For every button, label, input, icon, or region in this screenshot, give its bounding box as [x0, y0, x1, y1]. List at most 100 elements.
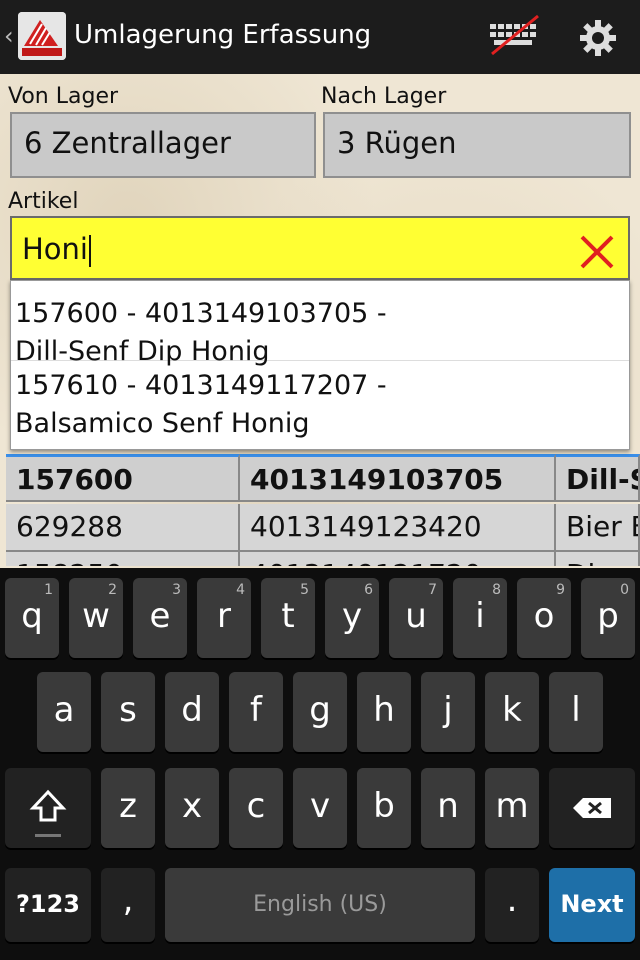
table-cell-name: Dill-S	[556, 454, 640, 502]
action-bar: ‹ Umlagerung Erfassung	[0, 0, 640, 74]
key-b[interactable]: b	[357, 768, 411, 848]
key-label: o	[533, 596, 555, 636]
key-label: i	[475, 596, 485, 636]
key-j[interactable]: j	[421, 672, 475, 752]
from-warehouse-select[interactable]: 6 Zentrallager	[10, 112, 316, 178]
key-label: x	[181, 786, 203, 826]
key-label: w	[82, 596, 110, 636]
key-label: .	[506, 880, 518, 920]
suggestion-line-code: 157600 - 4013149103705 -	[15, 298, 387, 329]
key-label: g	[309, 690, 331, 730]
key-x[interactable]: x	[165, 768, 219, 848]
key-label: p	[597, 596, 619, 636]
article-table: 157600 4013149103705 Dill-S 629288 40131…	[6, 454, 640, 566]
table-cell-ean: 4013149123420	[240, 504, 556, 552]
article-label: Artikel	[8, 189, 79, 214]
table-cell-ean: 4013149121720	[240, 552, 556, 566]
comma-key[interactable]: ,	[101, 868, 155, 942]
key-o[interactable]: 9o	[517, 578, 571, 658]
space-key[interactable]: English (US)	[165, 868, 475, 942]
suggestion-item[interactable]: 157610 - 4013149117207 - Balsamico Senf …	[11, 361, 629, 441]
table-row[interactable]: 157600 4013149103705 Dill-S	[6, 454, 640, 502]
to-warehouse-select[interactable]: 3 Rügen	[323, 112, 631, 178]
shift-key[interactable]	[5, 768, 91, 848]
shift-icon	[29, 789, 67, 837]
key-label: z	[119, 786, 137, 826]
article-input-text: Honi	[22, 232, 88, 266]
table-cell-id: 629288	[6, 504, 240, 552]
suggestion-item[interactable]: 157600 - 4013149103705 - Dill-Senf Dip H…	[11, 281, 629, 367]
key-label: h	[373, 690, 395, 730]
from-warehouse-label: Von Lager	[8, 84, 119, 109]
text-cursor	[89, 235, 91, 267]
key-label: q	[21, 596, 43, 636]
key-i[interactable]: 8i	[453, 578, 507, 658]
key-m[interactable]: m	[485, 768, 539, 848]
key-t[interactable]: 5t	[261, 578, 315, 658]
key-n[interactable]: n	[421, 768, 475, 848]
key-label: f	[250, 690, 262, 730]
key-label: b	[373, 786, 395, 826]
key-label: v	[309, 786, 331, 826]
key-label: Next	[560, 890, 624, 918]
key-c[interactable]: c	[229, 768, 283, 848]
gear-icon[interactable]	[578, 18, 618, 58]
period-key[interactable]: .	[485, 868, 539, 942]
article-search-input[interactable]: Honi	[10, 216, 630, 280]
key-h[interactable]: h	[357, 672, 411, 752]
key-f[interactable]: f	[229, 672, 283, 752]
table-cell-name: Dip	[556, 552, 640, 566]
table-row[interactable]: 629288 4013149123420 Bier E	[6, 504, 640, 552]
key-g[interactable]: g	[293, 672, 347, 752]
key-d[interactable]: d	[165, 672, 219, 752]
table-cell-id: 157600	[6, 454, 240, 502]
table-cell-ean: 4013149103705	[240, 454, 556, 502]
key-y[interactable]: 6y	[325, 578, 379, 658]
table-cell-name: Bier E	[556, 504, 640, 552]
key-label: s	[119, 690, 137, 730]
key-e[interactable]: 3e	[133, 578, 187, 658]
key-label: d	[181, 690, 203, 730]
key-label: u	[405, 596, 427, 636]
key-a[interactable]: a	[37, 672, 91, 752]
key-r[interactable]: 4r	[197, 578, 251, 658]
key-u[interactable]: 7u	[389, 578, 443, 658]
table-row[interactable]: 158250 4013149121720 Dip	[6, 552, 640, 566]
key-label: k	[502, 690, 522, 730]
back-icon[interactable]: ‹	[4, 22, 14, 50]
key-label: l	[571, 690, 581, 730]
key-q[interactable]: 1q	[5, 578, 59, 658]
space-key-label: English (US)	[253, 892, 387, 917]
key-label: t	[281, 596, 295, 636]
key-v[interactable]: v	[293, 768, 347, 848]
table-cell-id: 158250	[6, 552, 240, 566]
soft-keyboard: 1q 2w 3e 4r 5t 6y 7u 8i 9o 0p a s d f g …	[0, 568, 640, 960]
key-p[interactable]: 0p	[581, 578, 635, 658]
key-l[interactable]: l	[549, 672, 603, 752]
app-logo-icon[interactable]	[18, 12, 66, 60]
symbols-key[interactable]: ?123	[5, 868, 91, 942]
key-label: e	[149, 596, 171, 636]
key-k[interactable]: k	[485, 672, 539, 752]
keyboard-toggle-icon[interactable]	[486, 14, 542, 58]
clear-icon[interactable]	[578, 230, 616, 269]
key-label: ?123	[15, 890, 81, 918]
key-label: n	[437, 786, 459, 826]
key-label: m	[495, 786, 529, 826]
key-z[interactable]: z	[101, 768, 155, 848]
page-title: Umlagerung Erfassung	[74, 20, 372, 50]
backspace-key[interactable]	[549, 768, 635, 848]
key-label: y	[341, 596, 363, 636]
key-label: a	[53, 690, 75, 730]
autocomplete-dropdown: 157600 - 4013149103705 - Dill-Senf Dip H…	[10, 280, 630, 450]
next-key[interactable]: Next	[549, 868, 635, 942]
backspace-icon	[573, 798, 611, 818]
key-label: ,	[122, 880, 134, 920]
to-warehouse-label: Nach Lager	[321, 84, 447, 109]
key-s[interactable]: s	[101, 672, 155, 752]
key-label: r	[217, 596, 231, 636]
suggestion-line-name: Balsamico Senf Honig	[15, 408, 310, 439]
key-w[interactable]: 2w	[69, 578, 123, 658]
key-label: j	[443, 690, 453, 730]
key-label: c	[246, 786, 266, 826]
